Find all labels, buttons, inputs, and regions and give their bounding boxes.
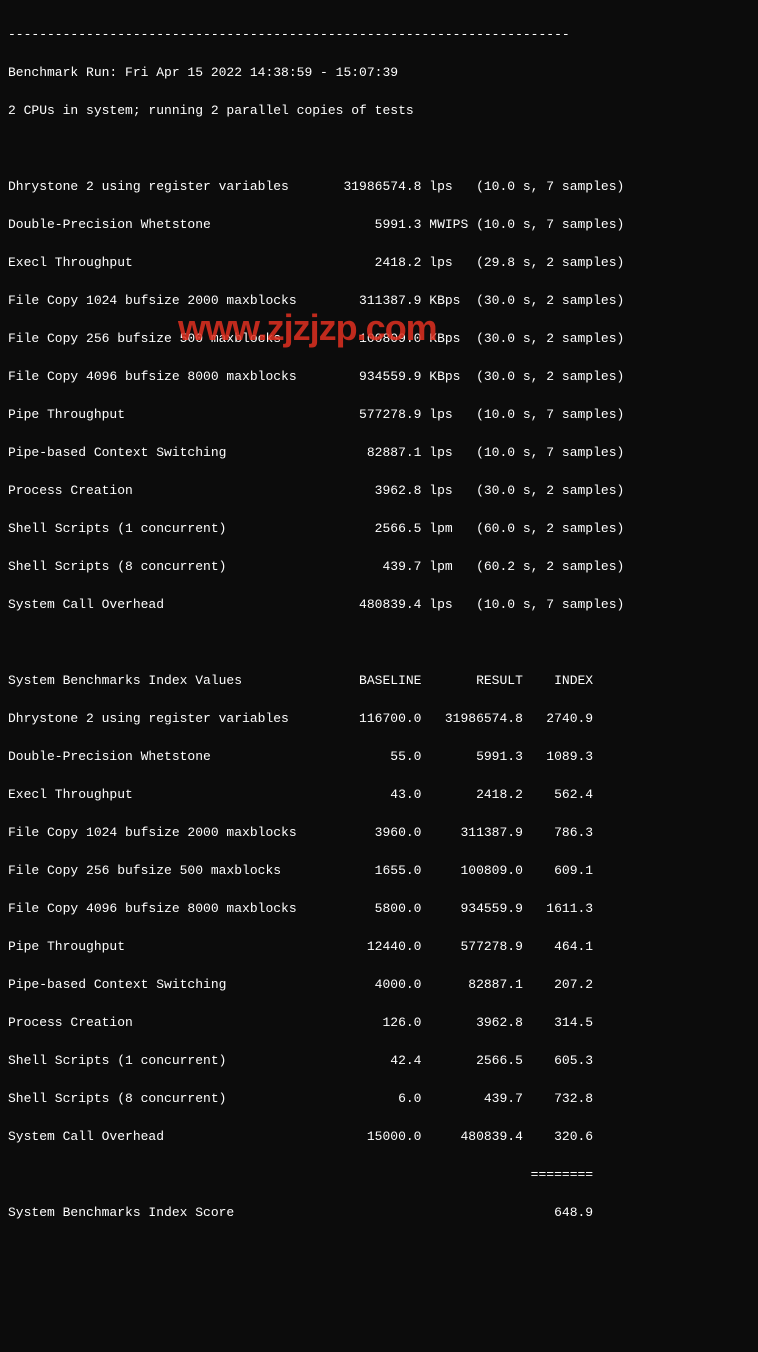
raw-result-line: Process Creation 3962.8 lps (30.0 s, 2 s… bbox=[8, 481, 750, 500]
index-row-line: System Call Overhead 15000.0 480839.4 32… bbox=[8, 1127, 750, 1146]
index-row-line: Double-Precision Whetstone 55.0 5991.3 1… bbox=[8, 747, 750, 766]
index-row-line: Shell Scripts (8 concurrent) 6.0 439.7 7… bbox=[8, 1089, 750, 1108]
raw-result-line: System Call Overhead 480839.4 lps (10.0 … bbox=[8, 595, 750, 614]
index-row-line: Process Creation 126.0 3962.8 314.5 bbox=[8, 1013, 750, 1032]
raw-result-line: Shell Scripts (1 concurrent) 2566.5 lpm … bbox=[8, 519, 750, 538]
cpu-info-line: 2 CPUs in system; running 2 parallel cop… bbox=[8, 101, 750, 120]
index-row-line: File Copy 1024 bufsize 2000 maxblocks 39… bbox=[8, 823, 750, 842]
blank-line bbox=[8, 1241, 750, 1260]
raw-result-line: Pipe-based Context Switching 82887.1 lps… bbox=[8, 443, 750, 462]
raw-result-line: Double-Precision Whetstone 5991.3 MWIPS … bbox=[8, 215, 750, 234]
raw-result-line: File Copy 4096 bufsize 8000 maxblocks 93… bbox=[8, 367, 750, 386]
terminal-output: ----------------------------------------… bbox=[8, 6, 750, 1352]
raw-result-line: File Copy 1024 bufsize 2000 maxblocks 31… bbox=[8, 291, 750, 310]
blank-line bbox=[8, 1279, 750, 1298]
raw-result-line: File Copy 256 bufsize 500 maxblocks 1008… bbox=[8, 329, 750, 348]
index-row-line: Pipe Throughput 12440.0 577278.9 464.1 bbox=[8, 937, 750, 956]
benchmark-run-line: Benchmark Run: Fri Apr 15 2022 14:38:59 … bbox=[8, 63, 750, 82]
index-row-line: Dhrystone 2 using register variables 116… bbox=[8, 709, 750, 728]
index-row-line: Pipe-based Context Switching 4000.0 8288… bbox=[8, 975, 750, 994]
index-row-line: File Copy 256 bufsize 500 maxblocks 1655… bbox=[8, 861, 750, 880]
index-header-line: System Benchmarks Index Values BASELINE … bbox=[8, 671, 750, 690]
divider-line: ----------------------------------------… bbox=[8, 25, 750, 44]
index-score-line: System Benchmarks Index Score 648.9 bbox=[8, 1203, 750, 1222]
blank-line bbox=[8, 633, 750, 652]
blank-line bbox=[8, 1317, 750, 1336]
raw-result-line: Dhrystone 2 using register variables 319… bbox=[8, 177, 750, 196]
raw-result-line: Shell Scripts (8 concurrent) 439.7 lpm (… bbox=[8, 557, 750, 576]
blank-line bbox=[8, 139, 750, 158]
index-row-line: File Copy 4096 bufsize 8000 maxblocks 58… bbox=[8, 899, 750, 918]
index-row-line: Execl Throughput 43.0 2418.2 562.4 bbox=[8, 785, 750, 804]
raw-result-line: Pipe Throughput 577278.9 lps (10.0 s, 7 … bbox=[8, 405, 750, 424]
index-row-line: Shell Scripts (1 concurrent) 42.4 2566.5… bbox=[8, 1051, 750, 1070]
score-rule-line: ======== bbox=[8, 1165, 750, 1184]
raw-result-line: Execl Throughput 2418.2 lps (29.8 s, 2 s… bbox=[8, 253, 750, 272]
